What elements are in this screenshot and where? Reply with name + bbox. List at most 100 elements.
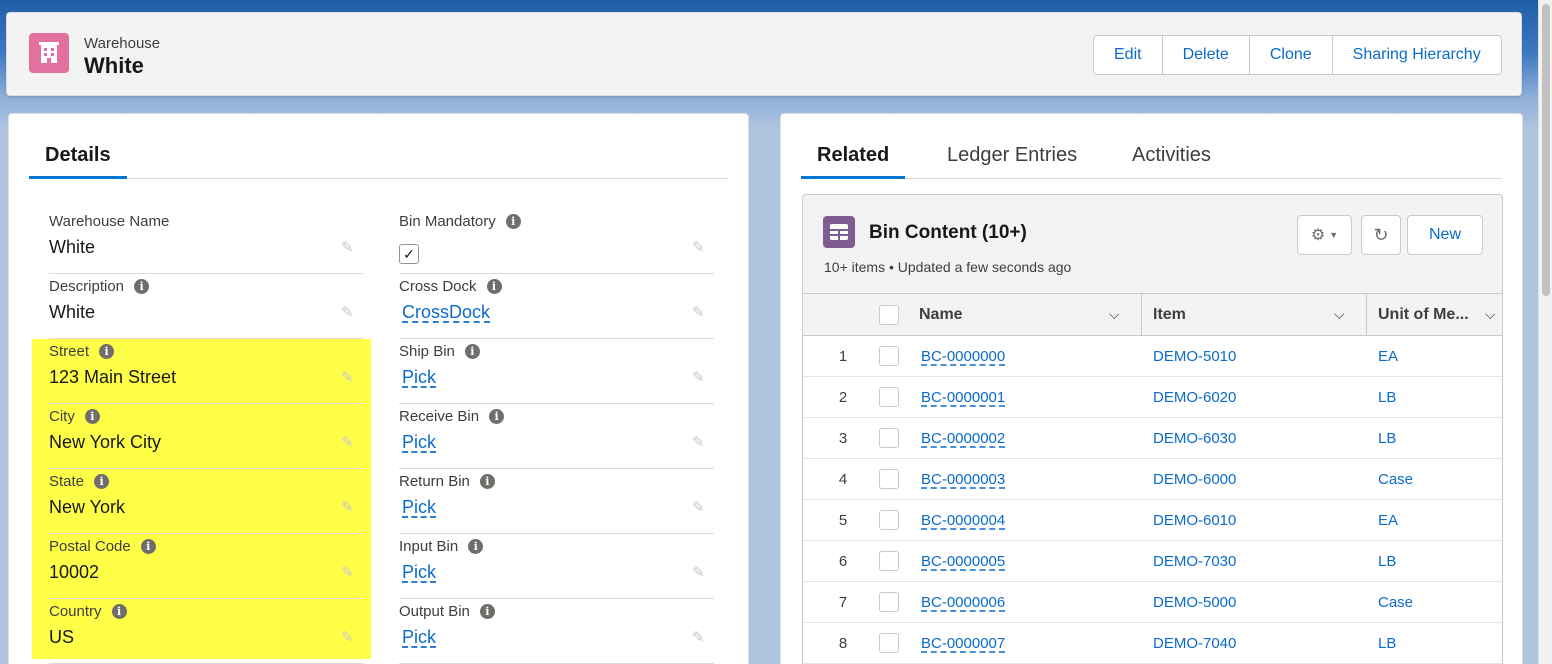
unit-link[interactable]: EA — [1378, 348, 1398, 365]
pencil-icon[interactable]: ✎ — [692, 563, 708, 581]
bin-content-link[interactable]: BC-0000006 — [921, 594, 1005, 611]
chevron-down-icon[interactable]: ⌵ — [1485, 306, 1496, 323]
row-unit-cell: LB — [1378, 623, 1396, 663]
field-value: US — [49, 627, 75, 647]
row-item-cell: DEMO-6020 — [1153, 377, 1236, 417]
pencil-icon[interactable]: ✎ — [692, 303, 708, 321]
page-scrollbar[interactable] — [1538, 0, 1552, 664]
field-value-link[interactable]: Pick — [402, 367, 436, 388]
field-value-link[interactable]: Pick — [402, 432, 436, 453]
row-unit-cell: Case — [1378, 582, 1413, 622]
item-link[interactable]: DEMO-6010 — [1153, 512, 1236, 529]
table-row: 5 BC-0000004 DEMO-6010 EA — [803, 500, 1502, 541]
table-row: 6 BC-0000005 DEMO-7030 LB — [803, 541, 1502, 582]
pencil-icon[interactable]: ✎ — [341, 628, 357, 646]
list-settings-button[interactable]: ⚙ ▼ — [1297, 215, 1352, 255]
field-label: Warehouse Name — [49, 213, 169, 230]
row-number: 2 — [838, 388, 848, 406]
edit-button[interactable]: Edit — [1094, 36, 1163, 74]
row-checkbox[interactable] — [879, 510, 899, 530]
pencil-icon[interactable]: ✎ — [341, 238, 357, 256]
field-value-link[interactable]: CrossDock — [402, 302, 490, 323]
new-button[interactable]: New — [1407, 215, 1483, 255]
tab-ledger-entries[interactable]: Ledger Entries — [931, 144, 1093, 179]
pencil-icon[interactable]: ✎ — [692, 238, 708, 256]
column-divider[interactable] — [1141, 294, 1142, 336]
row-checkbox[interactable] — [879, 469, 899, 489]
item-link[interactable]: DEMO-6020 — [1153, 389, 1236, 406]
field-label-text: City — [49, 408, 75, 425]
row-checkbox[interactable] — [879, 346, 899, 366]
bin-content-link[interactable]: BC-0000004 — [921, 512, 1005, 529]
scrollbar-thumb[interactable] — [1542, 4, 1550, 296]
tab-activities[interactable]: Activities — [1116, 144, 1227, 179]
unit-link[interactable]: EA — [1378, 512, 1398, 529]
column-header-item[interactable]: Item — [1153, 294, 1186, 336]
sharing-hierarchy-button[interactable]: Sharing Hierarchy — [1333, 36, 1501, 74]
pencil-icon[interactable]: ✎ — [341, 563, 357, 581]
row-checkbox[interactable] — [879, 428, 899, 448]
bin-content-link[interactable]: BC-0000007 — [921, 635, 1005, 652]
info-icon[interactable]: i — [94, 474, 110, 489]
bin-content-link[interactable]: BC-0000005 — [921, 553, 1005, 570]
field-country: Country i US ✎ — [49, 599, 363, 664]
info-icon[interactable]: i — [489, 409, 505, 424]
item-link[interactable]: DEMO-5010 — [1153, 348, 1236, 365]
pencil-icon[interactable]: ✎ — [341, 368, 357, 386]
field-value-link[interactable]: Pick — [402, 562, 436, 583]
unit-link[interactable]: Case — [1378, 471, 1413, 488]
row-item-cell: DEMO-6000 — [1153, 459, 1236, 499]
field-value-link[interactable]: Pick — [402, 627, 436, 648]
item-link[interactable]: DEMO-7030 — [1153, 553, 1236, 570]
info-icon[interactable]: i — [505, 214, 521, 229]
select-all-checkbox[interactable] — [879, 305, 899, 325]
tab-related[interactable]: Related — [801, 144, 906, 179]
unit-link[interactable]: Case — [1378, 594, 1413, 611]
chevron-down-icon[interactable]: ⌵ — [1334, 306, 1345, 323]
pencil-icon[interactable]: ✎ — [692, 628, 708, 646]
bin-content-link[interactable]: BC-0000001 — [921, 389, 1005, 406]
pencil-icon[interactable]: ✎ — [341, 498, 357, 516]
info-icon[interactable]: i — [140, 539, 156, 554]
column-divider[interactable] — [1366, 294, 1367, 336]
info-icon[interactable]: i — [479, 474, 495, 489]
unit-link[interactable]: LB — [1378, 553, 1396, 570]
item-link[interactable]: DEMO-5000 — [1153, 594, 1236, 611]
unit-link[interactable]: LB — [1378, 430, 1396, 447]
info-icon[interactable]: i — [84, 409, 100, 424]
bin-content-link[interactable]: BC-0000000 — [921, 348, 1005, 365]
info-icon[interactable]: i — [134, 279, 150, 294]
bin-content-link[interactable]: BC-0000003 — [921, 471, 1005, 488]
pencil-icon[interactable]: ✎ — [341, 433, 357, 451]
row-checkbox[interactable] — [879, 551, 899, 571]
column-header-name[interactable]: Name — [919, 294, 963, 336]
row-checkbox[interactable] — [879, 387, 899, 407]
chevron-down-icon[interactable]: ⌵ — [1109, 306, 1120, 323]
item-link[interactable]: DEMO-6030 — [1153, 430, 1236, 447]
unit-link[interactable]: LB — [1378, 635, 1396, 652]
tab-details[interactable]: Details — [29, 144, 127, 179]
pencil-icon[interactable]: ✎ — [341, 303, 357, 321]
item-link[interactable]: DEMO-7040 — [1153, 635, 1236, 652]
clone-button[interactable]: Clone — [1250, 36, 1333, 74]
bin-content-table: Name ⌵ Item ⌵ Unit of Me... ⌵ 1 BC-000000… — [803, 293, 1502, 664]
pencil-icon[interactable]: ✎ — [692, 433, 708, 451]
info-icon[interactable]: i — [111, 604, 127, 619]
unit-link[interactable]: LB — [1378, 389, 1396, 406]
delete-button[interactable]: Delete — [1163, 36, 1250, 74]
item-link[interactable]: DEMO-6000 — [1153, 471, 1236, 488]
bin-content-link[interactable]: BC-0000002 — [921, 430, 1005, 447]
info-icon[interactable]: i — [468, 539, 484, 554]
pencil-icon[interactable]: ✎ — [692, 498, 708, 516]
row-checkbox[interactable] — [879, 592, 899, 612]
info-icon[interactable]: i — [486, 279, 502, 294]
field-value-link[interactable]: Pick — [402, 497, 436, 518]
row-checkbox[interactable] — [879, 633, 899, 653]
info-icon[interactable]: i — [464, 344, 480, 359]
info-icon[interactable]: i — [479, 604, 495, 619]
info-icon[interactable]: i — [99, 344, 115, 359]
refresh-button[interactable]: ↻ — [1361, 215, 1401, 255]
pencil-icon[interactable]: ✎ — [692, 368, 708, 386]
column-header-unit[interactable]: Unit of Me... — [1378, 294, 1469, 336]
field-description: Description i White ✎ — [49, 274, 363, 339]
